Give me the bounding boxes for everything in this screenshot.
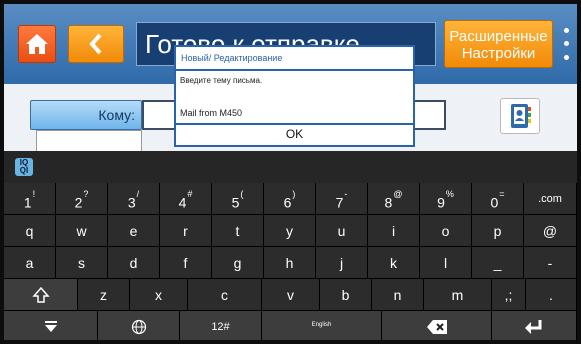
to-button[interactable]: Кому:	[30, 100, 142, 130]
iqqi-logo-button[interactable]: IQ QI	[15, 158, 33, 176]
key-l[interactable]: l	[420, 247, 472, 279]
address-book-icon	[511, 104, 531, 128]
key-j[interactable]: j	[316, 247, 368, 279]
dialog-prompt: Введите тему письма.	[180, 76, 263, 85]
letter-row-3: z x c v b n m ,; .	[4, 279, 577, 311]
shift-key[interactable]	[4, 279, 78, 311]
shift-icon	[31, 286, 50, 303]
key-q[interactable]: q	[4, 215, 56, 247]
key-s[interactable]: s	[56, 247, 108, 279]
keyboard-toolbar: IQ QI	[4, 151, 577, 183]
dialog-body: Введите тему письма. Mail from M450	[176, 71, 413, 125]
key-t[interactable]: t	[212, 215, 264, 247]
address-book-button[interactable]	[500, 98, 540, 134]
key-h[interactable]: h	[264, 247, 316, 279]
key-k[interactable]: k	[368, 247, 420, 279]
key-hyphen[interactable]: -	[524, 247, 577, 279]
key-comma-semicolon[interactable]: ,;	[492, 279, 526, 311]
key-2[interactable]: 2?	[56, 183, 108, 215]
enter-icon	[525, 320, 542, 334]
key-f[interactable]: f	[160, 247, 212, 279]
key-period[interactable]: .	[526, 279, 577, 311]
key-a[interactable]: a	[4, 247, 56, 279]
backspace-key[interactable]	[382, 311, 492, 340]
hide-keyboard-icon	[44, 321, 57, 332]
subject-dialog: Новый/ Редактирование Введите тему письм…	[174, 45, 415, 147]
number-row: 1! 2? 3/ 4# 5( 6) 7- 8@ 9% 0= .com	[4, 183, 577, 215]
key-underscore[interactable]: _	[472, 247, 524, 279]
backspace-icon	[426, 320, 447, 334]
key-y[interactable]: y	[264, 215, 316, 247]
subject-input[interactable]: Mail from M450	[180, 107, 409, 119]
screen: Готово к отправке Расширенные Настройки …	[0, 0, 581, 344]
hide-keyboard-key[interactable]	[4, 311, 98, 340]
key-dotcom[interactable]: .com	[524, 183, 577, 215]
key-3[interactable]: 3/	[108, 183, 160, 215]
key-w[interactable]: w	[56, 215, 108, 247]
space-language-label: English	[311, 322, 332, 328]
symbols-key[interactable]: 12#	[180, 311, 262, 340]
key-r[interactable]: r	[160, 215, 212, 247]
key-u[interactable]: u	[316, 215, 368, 247]
home-button[interactable]	[18, 25, 56, 63]
key-9[interactable]: 9%	[420, 183, 472, 215]
letter-row-1: q w e r t y u i o p @	[4, 215, 577, 247]
more-menu-icon[interactable]	[560, 24, 572, 64]
key-1[interactable]: 1!	[4, 183, 56, 215]
key-5[interactable]: 5(	[212, 183, 264, 215]
key-7[interactable]: 7-	[316, 183, 368, 215]
key-p[interactable]: p	[472, 215, 524, 247]
key-at[interactable]: @	[524, 215, 577, 247]
key-x[interactable]: x	[130, 279, 188, 311]
key-c[interactable]: c	[188, 279, 262, 311]
dialog-title: Новый/ Редактирование	[176, 47, 413, 71]
bottom-row: 12# English	[4, 311, 577, 340]
on-screen-keyboard: IQ QI 1! 2? 3/ 4# 5( 6) 7- 8@ 9% 0= .com…	[4, 151, 577, 340]
key-i[interactable]: i	[368, 215, 420, 247]
space-key[interactable]: English	[262, 311, 382, 340]
key-v[interactable]: v	[262, 279, 320, 311]
ok-button[interactable]: OK	[176, 125, 413, 145]
enter-key[interactable]	[492, 311, 577, 340]
key-6[interactable]: 6)	[264, 183, 316, 215]
back-button[interactable]	[68, 25, 124, 63]
key-d[interactable]: d	[108, 247, 160, 279]
chevron-left-icon	[89, 33, 102, 55]
key-m[interactable]: m	[424, 279, 492, 311]
key-o[interactable]: o	[420, 215, 472, 247]
key-z[interactable]: z	[78, 279, 130, 311]
advanced-settings-button[interactable]: Расширенные Настройки	[444, 20, 553, 68]
globe-icon	[131, 319, 146, 335]
key-0[interactable]: 0=	[472, 183, 524, 215]
globe-key[interactable]	[98, 311, 180, 340]
send-screen: Готово к отправке Расширенные Настройки …	[4, 4, 577, 154]
key-b[interactable]: b	[320, 279, 372, 311]
key-n[interactable]: n	[372, 279, 424, 311]
key-8[interactable]: 8@	[368, 183, 420, 215]
letter-row-2: a s d f g h j k l _ -	[4, 247, 577, 279]
home-icon	[26, 34, 48, 54]
key-e[interactable]: e	[108, 215, 160, 247]
key-4[interactable]: 4#	[160, 183, 212, 215]
key-g[interactable]: g	[212, 247, 264, 279]
